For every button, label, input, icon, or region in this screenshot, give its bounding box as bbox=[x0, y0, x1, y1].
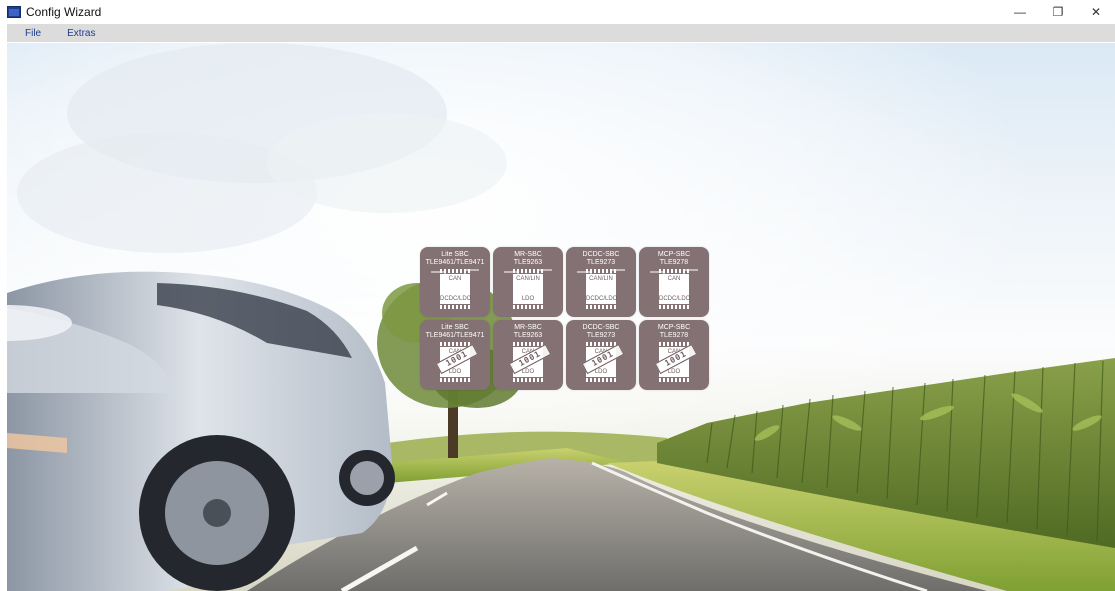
chip-label: CAN bbox=[667, 276, 681, 282]
chip-icon: CAN/LIN LDO bbox=[504, 269, 552, 309]
menu-file[interactable]: File bbox=[16, 28, 50, 39]
window-title: Config Wizard bbox=[26, 4, 102, 19]
chip-label: LDO bbox=[521, 296, 535, 302]
tile-mcp-sbc-config[interactable]: MCP-SBC TLE9278 CAN DCDC/LDO bbox=[639, 247, 709, 317]
tile-mr-sbc-config[interactable]: MR-SBC TLE9263 CAN/LIN LDO bbox=[493, 247, 563, 317]
tile-name: DCDC-SBC bbox=[582, 324, 620, 331]
chip-binary-icon: CAN LDO 1001 bbox=[504, 342, 552, 382]
title-bar: Config Wizard — ❐ ✕ bbox=[0, 0, 1115, 23]
chip-binary-icon: CAN LDO 1001 bbox=[431, 342, 479, 382]
tile-mcp-sbc-binary[interactable]: MCP-SBC TLE9278 CAN LDO 1001 bbox=[639, 320, 709, 390]
chip-label: CAN/LIN bbox=[589, 276, 613, 282]
chip-label: DCDC/LDO bbox=[659, 296, 691, 302]
tile-dcdc-sbc-binary[interactable]: DCDC-SBC TLE9273 CAN LDO 1001 bbox=[566, 320, 636, 390]
chip-label: CAN bbox=[448, 276, 462, 282]
tile-part: TLE9461/TLE9471 bbox=[425, 259, 485, 266]
tile-name: MCP-SBC bbox=[657, 324, 691, 331]
menu-bar: File Extras bbox=[7, 24, 1115, 42]
chip-icon: CAN DCDC/LDO bbox=[431, 269, 479, 309]
tile-lite-sbc-config[interactable]: Lite SBC TLE9461/TLE9471 CAN DCDC/LDO bbox=[420, 247, 490, 317]
close-button[interactable]: ✕ bbox=[1077, 0, 1115, 23]
tile-part: TLE9273 bbox=[586, 332, 616, 339]
chip-binary-icon: CAN LDO 1001 bbox=[577, 342, 625, 382]
sbc-tile-grid: Lite SBC TLE9461/TLE9471 CAN DCDC/LDO MR… bbox=[420, 247, 709, 390]
tile-part: TLE9263 bbox=[513, 332, 543, 339]
tile-name: MCP-SBC bbox=[657, 251, 691, 258]
tile-lite-sbc-binary[interactable]: Lite SBC TLE9461/TLE9471 CAN LDO 1001 bbox=[420, 320, 490, 390]
chip-label: CAN/LIN bbox=[516, 276, 540, 282]
chip-icon: CAN DCDC/LDO bbox=[650, 269, 698, 309]
tile-mr-sbc-binary[interactable]: MR-SBC TLE9263 CAN LDO 1001 bbox=[493, 320, 563, 390]
tile-part: TLE9263 bbox=[513, 259, 543, 266]
background-scene: Lite SBC TLE9461/TLE9471 CAN DCDC/LDO MR… bbox=[7, 43, 1115, 591]
tile-part: TLE9278 bbox=[659, 259, 689, 266]
window-controls: — ❐ ✕ bbox=[1001, 0, 1115, 23]
restore-button[interactable]: ❐ bbox=[1039, 0, 1077, 23]
app-window: Config Wizard — ❐ ✕ File Extras Lite SBC… bbox=[0, 0, 1115, 591]
tile-part: TLE9273 bbox=[586, 259, 616, 266]
tile-name: DCDC-SBC bbox=[582, 251, 620, 258]
tile-name: Lite SBC bbox=[441, 251, 469, 258]
chip-label: DCDC/LDO bbox=[586, 296, 618, 302]
tile-name: MR-SBC bbox=[514, 324, 542, 331]
app-icon bbox=[7, 5, 21, 18]
minimize-button[interactable]: — bbox=[1001, 0, 1039, 23]
tile-name: Lite SBC bbox=[441, 324, 469, 331]
chip-binary-icon: CAN LDO 1001 bbox=[650, 342, 698, 382]
tile-part: TLE9461/TLE9471 bbox=[425, 332, 485, 339]
menu-extras[interactable]: Extras bbox=[58, 28, 104, 39]
tile-dcdc-sbc-config[interactable]: DCDC-SBC TLE9273 CAN/LIN DCDC/LDO bbox=[566, 247, 636, 317]
chip-icon: CAN/LIN DCDC/LDO bbox=[577, 269, 625, 309]
tile-part: TLE9278 bbox=[659, 332, 689, 339]
chip-label: DCDC/LDO bbox=[440, 296, 472, 302]
tile-name: MR-SBC bbox=[514, 251, 542, 258]
